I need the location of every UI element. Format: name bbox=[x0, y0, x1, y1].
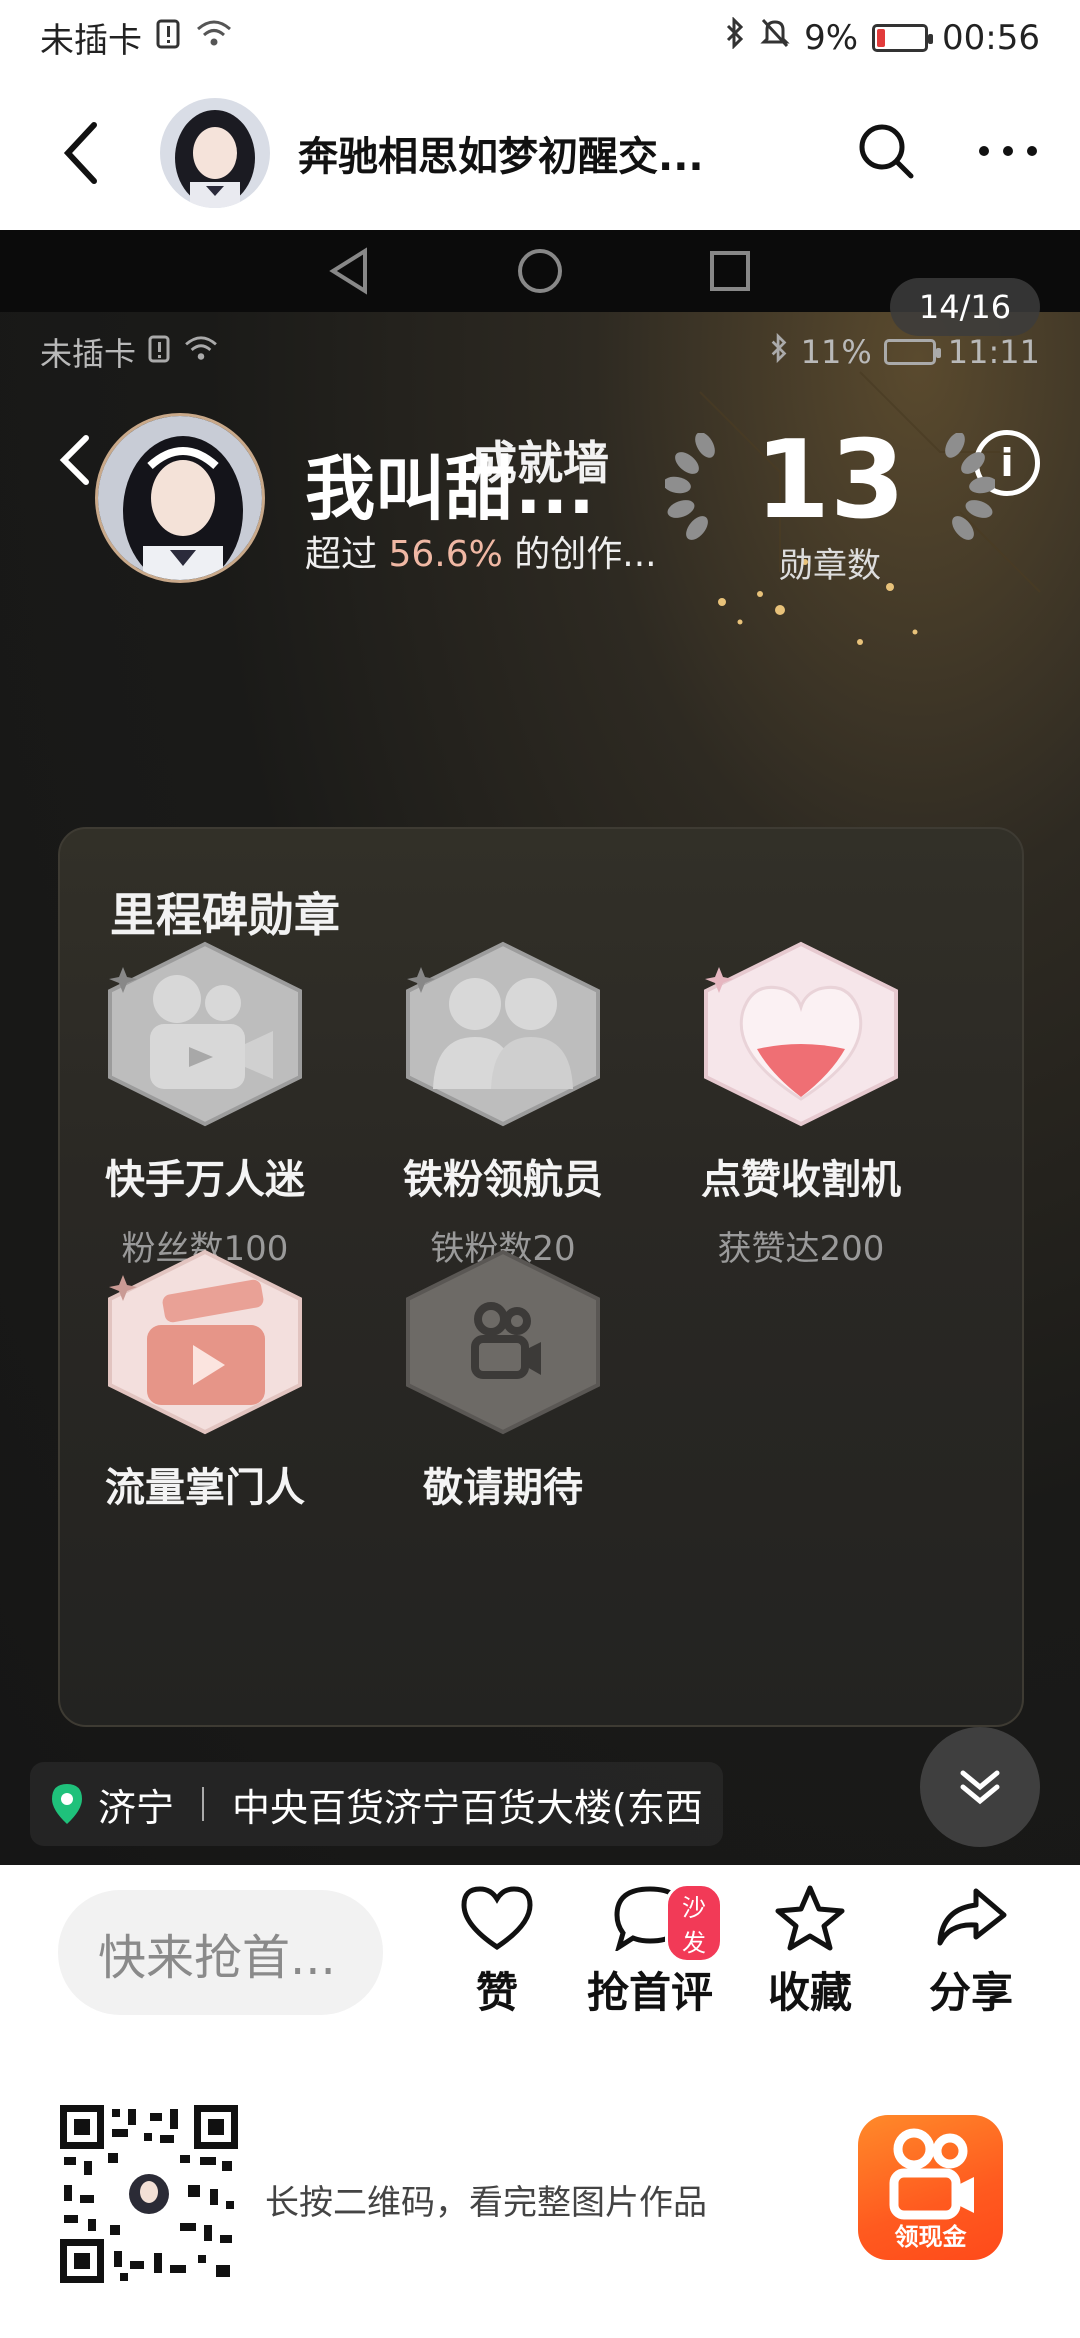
star-outline-icon bbox=[775, 1885, 845, 1951]
badge-count-number: 13 bbox=[754, 418, 906, 543]
search-icon bbox=[859, 124, 914, 178]
status-bar: 未插卡 9% 00:56 bbox=[0, 0, 1080, 75]
nav-recents-square-icon bbox=[710, 251, 750, 291]
creator-rank-text: 超过 56.6% 的创作... bbox=[305, 534, 657, 575]
collapse-button[interactable] bbox=[920, 1727, 1040, 1847]
creator-name: 我叫甜... bbox=[305, 448, 595, 530]
share-button[interactable]: 分享 bbox=[906, 1885, 1036, 2020]
nav-back-triangle-icon bbox=[329, 247, 367, 295]
rank-percent: 56.6% bbox=[388, 534, 503, 575]
favorite-button[interactable]: 收藏 bbox=[745, 1885, 875, 2020]
embedded-status-bar: 未插卡 11% 11:11 bbox=[0, 322, 1080, 382]
location-divider bbox=[202, 1787, 205, 1821]
heart-icon bbox=[704, 941, 898, 1127]
kuaishou-logo-icon bbox=[889, 2128, 974, 2220]
more-button[interactable] bbox=[976, 141, 1040, 165]
action-bar: 快来抢首... 赞 沙发 抢首评 收藏 分享 bbox=[0, 1865, 1080, 2035]
share-arrow-icon bbox=[937, 1888, 1007, 1946]
embedded-battery-percent: 11% bbox=[800, 333, 872, 371]
chevron-left-icon bbox=[63, 121, 97, 184]
app-logo-label: 领现金 bbox=[894, 2223, 967, 2251]
medal-item[interactable]: 流量掌门人 bbox=[85, 1247, 325, 1529]
badge-count-label: 勋章数 bbox=[779, 546, 881, 586]
carrier-label: 未插卡 bbox=[40, 21, 142, 61]
heart-outline-icon bbox=[461, 1886, 533, 1951]
author-avatar[interactable] bbox=[160, 97, 270, 208]
sim-alert-icon bbox=[156, 18, 182, 58]
creator-avatar bbox=[95, 413, 265, 583]
fans-icon bbox=[406, 941, 600, 1127]
profile-summary: 我叫甜... 超过 56.6% 的创作... 13 勋章数 bbox=[95, 413, 1015, 593]
more-dots-icon bbox=[979, 145, 1037, 156]
battery-percent: 9% bbox=[804, 17, 859, 58]
search-button[interactable] bbox=[856, 121, 916, 185]
location-place: 中央百货济宁百货大楼(东西 bbox=[232, 1785, 703, 1830]
kuaishou-app-logo[interactable]: 领现金 bbox=[858, 2115, 1003, 2260]
embedded-clock: 11:11 bbox=[947, 333, 1040, 371]
wifi-icon bbox=[196, 18, 232, 58]
medal-item[interactable]: 铁粉领航员 铁粉数20 bbox=[383, 939, 623, 1270]
comment-input[interactable]: 快来抢首... bbox=[58, 1890, 383, 2015]
post-image[interactable]: 14/16 未插卡 11% 11:11 成就墙 i 我叫甜... 超过 56.6… bbox=[0, 230, 1080, 1865]
back-button[interactable] bbox=[40, 113, 120, 193]
milestone-title: 里程碑勋章 bbox=[110, 888, 340, 942]
screen: 未插卡 9% 00:56 奔驰相思如梦初醒交... 14/16 未插卡 11% … bbox=[0, 0, 1080, 2338]
bluetooth-icon bbox=[724, 16, 746, 58]
location-city: 济宁 bbox=[98, 1785, 175, 1830]
badge-count-block: 13 勋章数 bbox=[665, 413, 995, 593]
top-header: 奔驰相思如梦初醒交... bbox=[0, 75, 1080, 230]
location-tag[interactable]: 济宁 中央百货济宁百货大楼(东西 bbox=[30, 1762, 723, 1846]
double-chevron-down-icon bbox=[960, 1770, 1000, 1805]
embedded-bluetooth-icon bbox=[769, 332, 789, 371]
like-button[interactable]: 赞 bbox=[432, 1885, 562, 2020]
kuaishou-icon bbox=[406, 1249, 600, 1435]
embedded-wifi-icon bbox=[184, 333, 218, 371]
mute-icon bbox=[760, 17, 790, 58]
first-comment-button[interactable]: 沙发 抢首评 bbox=[585, 1883, 723, 2020]
clock: 00:56 bbox=[942, 17, 1040, 58]
qr-hint: 长按二维码，看完整图片作品 bbox=[265, 2183, 707, 2223]
embedded-sim-alert-icon bbox=[148, 333, 172, 371]
sofa-badge: 沙发 bbox=[665, 1883, 723, 1963]
embedded-battery-icon bbox=[883, 339, 941, 365]
camera-icon bbox=[108, 941, 302, 1127]
qr-code[interactable] bbox=[60, 2105, 238, 2283]
embedded-carrier-label: 未插卡 bbox=[40, 335, 137, 373]
medal-item[interactable]: 敬请期待 bbox=[383, 1247, 623, 1529]
nav-home-circle-icon bbox=[518, 249, 562, 293]
location-pin-icon bbox=[52, 1784, 82, 1824]
footer: 长按二维码，看完整图片作品 领现金 bbox=[0, 2035, 1080, 2338]
post-title[interactable]: 奔驰相思如梦初醒交... bbox=[298, 124, 718, 182]
milestone-card: 里程碑勋章 快手万人迷 粉丝数100 铁粉领航员 铁粉数20 点赞收割机 获赞达… bbox=[58, 827, 1024, 1727]
play-icon bbox=[108, 1249, 302, 1435]
medal-item[interactable]: 快手万人迷 粉丝数100 bbox=[85, 939, 325, 1270]
battery-icon bbox=[872, 23, 934, 52]
medal-item[interactable]: 点赞收割机 获赞达200 bbox=[681, 939, 921, 1270]
